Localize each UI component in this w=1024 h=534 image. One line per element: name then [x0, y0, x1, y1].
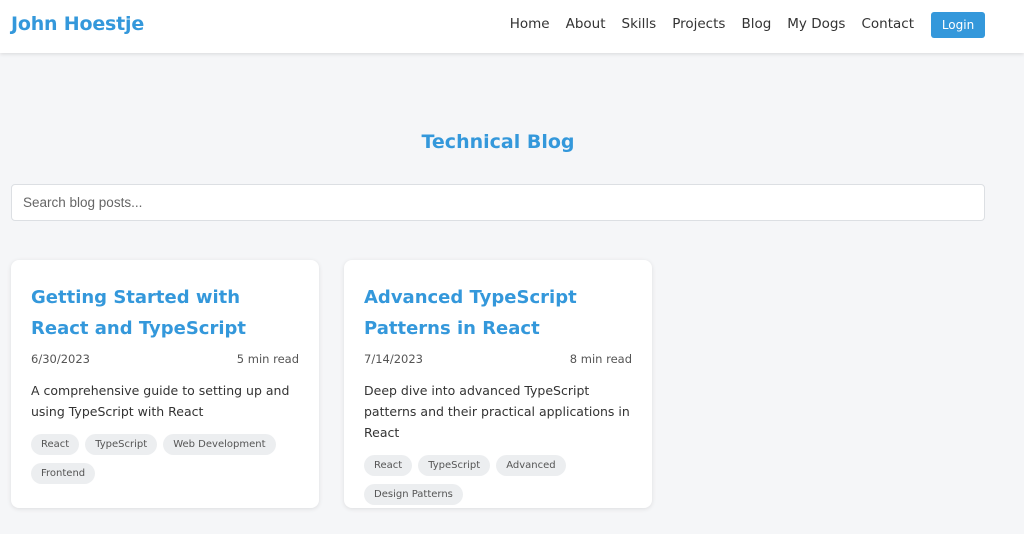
blog-post-card[interactable]: Getting Started with React and TypeScrip…: [11, 260, 319, 508]
post-tags: React TypeScript Web Development Fronten…: [31, 434, 299, 484]
nav-link-home[interactable]: Home: [510, 16, 550, 32]
brand-logo[interactable]: John Hoestje: [11, 13, 144, 35]
tag[interactable]: TypeScript: [85, 434, 158, 455]
nav-link-blog[interactable]: Blog: [741, 16, 771, 32]
post-excerpt: A comprehensive guide to setting up and …: [31, 383, 290, 419]
post-title[interactable]: Advanced TypeScript Patterns in React: [364, 282, 632, 344]
post-meta: 6/30/2023 5 min read: [31, 352, 299, 366]
nav-links: Home About Skills Projects Blog My Dogs …: [510, 16, 914, 32]
tag[interactable]: React: [31, 434, 80, 455]
nav-link-contact[interactable]: Contact: [861, 16, 914, 32]
page-title: Technical Blog: [421, 131, 575, 153]
tag[interactable]: Design Patterns: [364, 484, 463, 505]
post-date: 7/14/2023: [364, 352, 423, 366]
login-button[interactable]: Login: [931, 12, 985, 38]
tag[interactable]: React: [364, 455, 413, 476]
nav-link-skills[interactable]: Skills: [622, 16, 657, 32]
nav-link-my-dogs[interactable]: My Dogs: [787, 16, 845, 32]
post-title[interactable]: Getting Started with React and TypeScrip…: [31, 282, 299, 344]
post-read-time: 8 min read: [569, 352, 632, 366]
tag[interactable]: Frontend: [31, 463, 96, 484]
tag[interactable]: TypeScript: [418, 455, 491, 476]
post-excerpt: Deep dive into advanced TypeScript patte…: [364, 383, 630, 440]
nav-link-about[interactable]: About: [566, 16, 606, 32]
search-input[interactable]: [11, 184, 985, 221]
navbar: John Hoestje Home About Skills Projects …: [0, 0, 1024, 53]
nav-link-projects[interactable]: Projects: [672, 16, 725, 32]
post-tags: React TypeScript Advanced Design Pattern…: [364, 455, 632, 505]
post-meta: 7/14/2023 8 min read: [364, 352, 632, 366]
post-read-time: 5 min read: [236, 352, 299, 366]
blog-post-card[interactable]: Advanced TypeScript Patterns in React 7/…: [344, 260, 652, 508]
post-date: 6/30/2023: [31, 352, 90, 366]
tag[interactable]: Advanced: [496, 455, 566, 476]
tag[interactable]: Web Development: [163, 434, 276, 455]
